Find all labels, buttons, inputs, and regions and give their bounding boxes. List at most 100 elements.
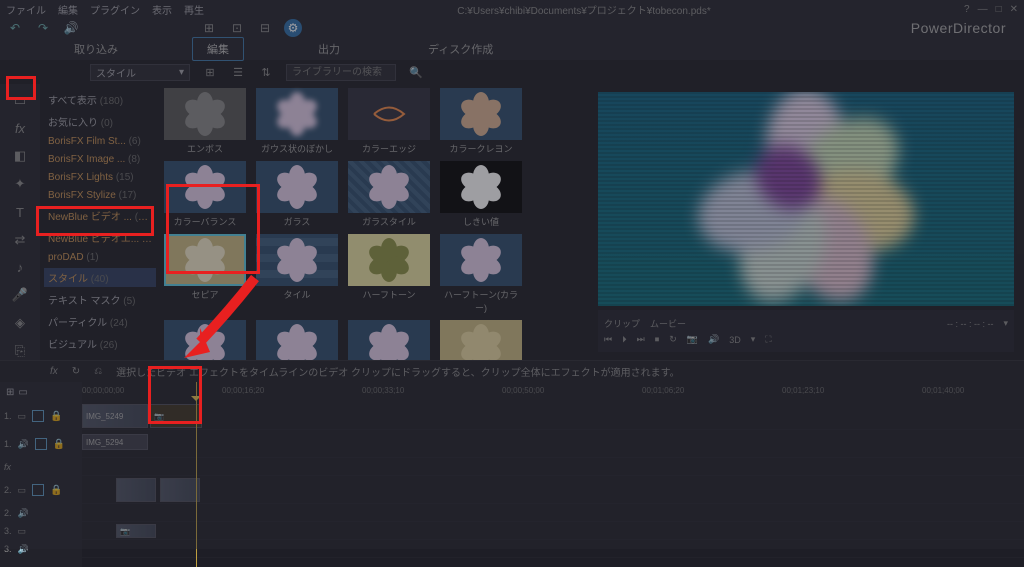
effect-thumb[interactable]: タイル [256,234,338,314]
effect-thumb[interactable] [256,320,338,360]
tab-output[interactable]: 出力 [304,38,354,60]
list-view-icon[interactable]: ☰ [230,64,246,80]
cat-prodad[interactable]: proDAD (1) [44,250,156,265]
track-header[interactable]: fx [0,458,82,476]
lock-icon[interactable]: 🔒 [50,485,60,496]
pip-icon[interactable]: ◧ [9,148,31,166]
cat-boris-lights[interactable]: BorisFX Lights (15) [44,170,156,185]
grid-view-icon[interactable]: ⊞ [202,64,218,80]
effect-thumb[interactable]: ハーフトーン(カラー) [440,234,522,314]
minimize-icon[interactable]: — [978,4,988,15]
timeline-clip[interactable]: IMG_5294 [82,434,148,450]
fx-icon[interactable]: fx [9,120,31,138]
tool-icon[interactable]: ⊞ [200,19,218,37]
maximize-icon[interactable]: □ [996,4,1002,15]
play-icon[interactable]: ⏵ [622,334,627,345]
timeline-clip[interactable] [160,478,200,502]
track-header[interactable]: 2.▭🔒 [0,476,82,504]
effect-thumb[interactable] [348,320,430,360]
menu-play[interactable]: 再生 [184,2,204,17]
particle-icon[interactable]: ✦ [9,175,31,193]
preview-screen[interactable] [598,92,1014,306]
lock-icon[interactable]: 🔒 [50,411,60,422]
snapshot-icon[interactable]: 📷 [687,334,698,345]
cat-boris-image[interactable]: BorisFX Image ... (8) [44,152,156,167]
cat-boris-stylize[interactable]: BorisFX Stylize (17) [44,188,156,203]
library-search-input[interactable] [286,64,396,81]
effect-thumb[interactable]: カラークレヨン [440,88,522,155]
cat-fav[interactable]: お気に入り (0) [44,112,156,131]
effect-thumb[interactable]: ガウス状のぼかし [256,88,338,155]
chapter-icon[interactable]: ◈ [9,314,31,332]
timeline-clip[interactable]: 📷 [116,524,156,538]
track-header[interactable]: 2.🔊 [0,504,82,522]
chevron-down-icon[interactable]: ▾ [1003,318,1008,329]
voice-icon[interactable]: 🎤 [9,287,31,305]
tool-icon-3[interactable]: ⊟ [256,19,274,37]
media-icon[interactable]: ▭ [9,92,31,110]
effect-thumb[interactable] [164,320,246,360]
track-header[interactable]: 1.🔊🔒 [0,430,82,458]
3d-label[interactable]: 3D [729,335,741,345]
effect-thumb[interactable]: ガラス [256,161,338,228]
track-header[interactable]: 1.▭🔒 [0,402,82,430]
tool-icon-2[interactable]: ⊡ [228,19,246,37]
cat-boris-film[interactable]: BorisFX Film St... (6) [44,134,156,149]
timeline-clip[interactable]: IMG_5249 [82,404,148,428]
timeline-view-icon[interactable]: ⊞ [6,387,14,398]
tab-edit[interactable]: 編集 [192,37,244,61]
effect-thumb-sepia[interactable]: セピア [164,234,246,314]
menu-view[interactable]: 表示 [152,2,172,17]
sound-icon[interactable]: 🔊 [708,334,719,345]
tab-import[interactable]: 取り込み [60,38,132,60]
timeline-view-icon[interactable]: ▭ [18,387,27,398]
time-ruler[interactable]: 00;00;00;00 00;00;16;20 00;00;33;10 00;0… [82,382,1024,402]
effect-thumb[interactable]: ガラスタイル [348,161,430,228]
track-header[interactable]: 3.▭ [0,522,82,540]
cat-textmask[interactable]: テキスト マスク (5) [44,290,156,309]
undo-icon[interactable]: ↶ [6,19,24,37]
effect-thumb[interactable]: しきい値 [440,161,522,228]
cat-all[interactable]: すべて表示 (180) [44,90,156,109]
lock-icon[interactable]: 🔒 [53,439,63,450]
audio-icon[interactable]: ♪ [9,259,31,277]
loop-icon[interactable]: ↻ [669,334,677,345]
help-icon[interactable]: ? [964,4,970,15]
cat-visual[interactable]: ビジュアル (26) [44,334,156,353]
timeline-clip[interactable]: 📷 [150,404,202,428]
close-icon[interactable]: ✕ [1010,4,1018,15]
track-area[interactable]: 00;00;00;00 00;00;16;20 00;00;33;10 00;0… [82,382,1024,567]
menu-edit[interactable]: 編集 [58,2,78,17]
cat-newblue-1[interactable]: NewBlue ビデオ ... (10) [44,206,156,225]
track-visible-toggle[interactable] [32,484,44,496]
settings-icon[interactable]: ⚙ [284,19,302,37]
sort-icon[interactable]: ⇅ [258,64,274,80]
menu-plugin[interactable]: プラグイン [90,2,140,17]
cat-style[interactable]: スタイル (40) [44,268,156,287]
chevron-down-icon[interactable]: ▾ [751,334,756,345]
tab-disc[interactable]: ディスク作成 [414,38,507,60]
effect-thumb[interactable]: ハーフトーン [348,234,430,314]
search-icon[interactable]: 🔍 [408,64,424,80]
transition-icon[interactable]: ⇄ [9,231,31,249]
movie-label[interactable]: ムービー [650,317,686,330]
title-icon[interactable]: T [9,203,31,221]
track-visible-toggle[interactable] [32,410,44,422]
track-header[interactable]: 3.🔊 [0,540,82,558]
cat-newblue-2[interactable]: NewBlue ビデオエ... (10) [44,228,156,247]
stop-icon[interactable]: ⏹ [655,334,660,345]
effect-thumb[interactable]: カラーエッジ [348,88,430,155]
prev-icon[interactable]: ⏮ [604,334,612,345]
redo-icon[interactable]: ↷ [34,19,52,37]
next-icon[interactable]: ⏭ [637,334,645,345]
effect-thumb[interactable]: エンボス [164,88,246,155]
timeline-clip[interactable] [116,478,156,502]
playhead[interactable] [196,382,197,567]
cat-particle[interactable]: パーティクル (24) [44,312,156,331]
effect-thumb[interactable] [440,320,522,360]
subtitle-icon[interactable]: ⎘ [9,342,31,360]
track-visible-toggle[interactable] [35,438,47,450]
clip-label[interactable]: クリップ [604,317,640,330]
menu-file[interactable]: ファイル [6,2,46,17]
category-combo[interactable]: スタイル▾ [90,64,190,81]
